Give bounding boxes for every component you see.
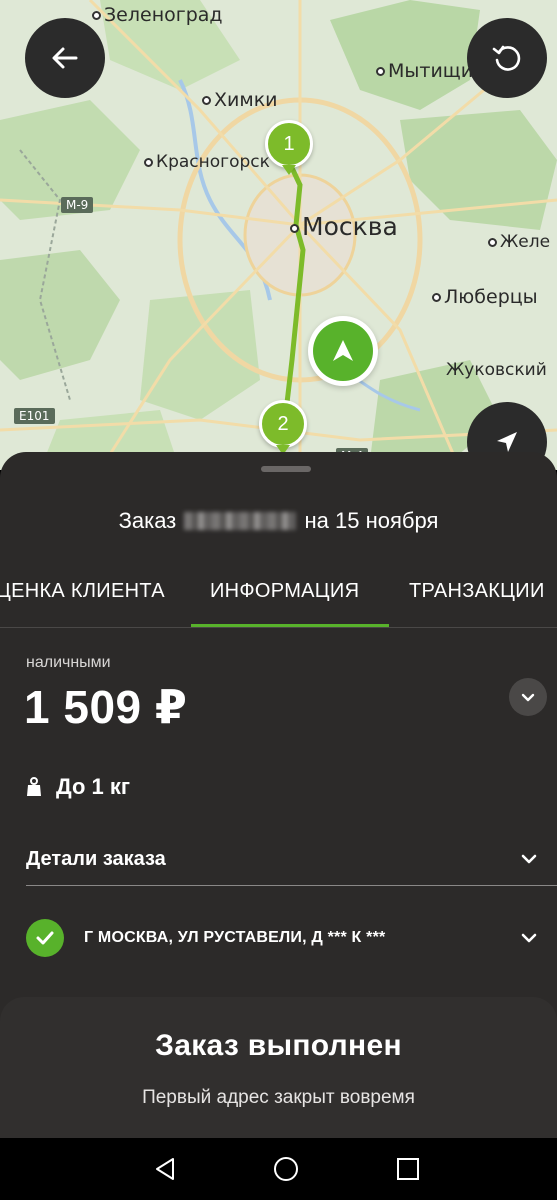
map-label-lyubertsy: Люберцы [432,286,538,308]
order-bottom-sheet: Заказ на 15 ноября ЦЕНКА КЛИЕНТА ИНФОРМА… [0,452,557,1142]
tab-information[interactable]: ИНФОРМАЦИЯ [210,580,359,603]
order-tabs: ЦЕНКА КЛИЕНТА ИНФОРМАЦИЯ ТРАНЗАКЦИИ [0,570,557,628]
check-icon [26,919,64,957]
weight-limit-text: До 1 кг [56,774,131,799]
system-navigation-bar [0,1138,557,1200]
route-end-pin[interactable]: 2 [259,400,307,455]
payment-method: наличными [26,654,111,671]
refresh-button[interactable] [467,18,547,98]
tab-client-rating[interactable]: ЦЕНКА КЛИЕНТА [0,580,165,603]
weight-icon [27,777,41,796]
chevron-down-icon [521,693,535,702]
map-label-zhel: Желе [488,232,550,252]
back-triangle-icon[interactable] [152,1156,178,1182]
home-circle-icon[interactable] [273,1156,299,1182]
order-details-toggle[interactable]: Детали заказа [26,834,538,884]
current-position-icon [308,316,378,386]
map-label-moskva: Москва [290,212,398,241]
delivery-address-item[interactable]: Г МОСКВА, УЛ РУСТАВЕЛИ, Д *** К *** [26,916,538,960]
divider [26,885,557,886]
weight-limit: До 1 кг [26,774,130,800]
order-price: 1 509 ₽ [24,681,188,733]
active-tab-indicator [191,624,389,627]
map-label-khimki: Химки [202,89,278,111]
back-button[interactable] [25,18,105,98]
chevron-down-icon [521,854,537,864]
chevron-down-icon [521,933,537,943]
recents-square-icon[interactable] [395,1156,421,1182]
order-status-subtitle: Первый адрес закрыт вовремя [142,1087,415,1108]
order-title: Заказ на 15 ноября [118,508,439,533]
order-status-card: Заказ выполнен Первый адрес закрыт вовре… [0,997,557,1142]
delivery-address-text: Г МОСКВА, УЛ РУСТАВЕЛИ, Д *** К *** [84,929,386,946]
order-status-title: Заказ выполнен [155,1029,402,1062]
map-label-krasnogorsk: Красногорск [144,152,270,172]
route-start-pin[interactable]: 1 [265,120,313,175]
sheet-drag-handle[interactable] [261,466,311,472]
road-badge-e101: E101 [14,408,55,424]
map-label-zelenograd: Зеленоград [92,4,223,26]
arrow-left-icon [52,47,78,69]
order-details-label: Детали заказа [26,847,166,870]
map-view[interactable]: Зеленоград Мытищи Химки Красногорск Моск… [0,0,557,470]
tab-transactions[interactable]: ТРАНЗАКЦИИ [409,580,545,603]
redacted-order-number [184,512,297,530]
road-badge-m9: М-9 [61,197,94,213]
map-label-zhukovsky: Жуковский [446,360,547,380]
refresh-icon [492,45,521,71]
price-expand-button[interactable] [509,678,547,716]
map-label-mytishchi: Мытищи [376,60,473,82]
